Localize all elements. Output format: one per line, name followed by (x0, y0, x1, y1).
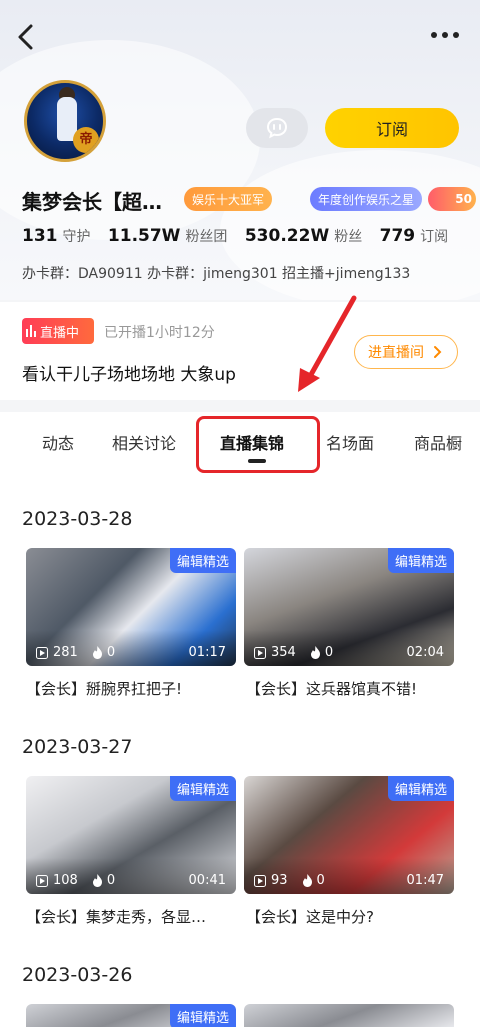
stat-guard[interactable]: 131 守护 (22, 226, 103, 246)
more-dots-icon[interactable] (430, 30, 460, 40)
live-title: 看认干儿子场地场地 大象up (22, 365, 236, 385)
medal-badge[interactable]: 年度创作娱乐之星 (310, 187, 423, 211)
avatar[interactable]: 帝 (24, 80, 106, 162)
editor-pick-tag: 编辑精选 (387, 548, 454, 573)
video-thumbnail[interactable]: 编辑精选 93 0 01:47 (244, 776, 454, 894)
video-stats: 281 0 (36, 645, 115, 660)
video-thumbnail[interactable]: 编辑精选 108 0 00:41 (26, 776, 236, 894)
stat-fan-club[interactable]: 11.57W 粉丝团 (108, 226, 240, 246)
enter-live-room-button[interactable]: 进直播间 (354, 335, 458, 369)
video-duration: 00:41 (188, 873, 226, 888)
stat-subscriptions[interactable]: 779 订阅 (380, 226, 461, 246)
section-date: 2023-03-28 (22, 508, 133, 530)
play-count-icon (36, 646, 48, 659)
video-thumbnail[interactable] (244, 1004, 454, 1027)
editor-pick-tag: 编辑精选 (169, 548, 236, 573)
tab-discussions[interactable]: 相关讨论 (112, 430, 176, 454)
video-stats: 354 0 (254, 645, 333, 660)
group-info: 办卡群：DA90911 办卡群：jimeng301 招主播+jimeng133 (22, 266, 411, 282)
video-thumbnail[interactable]: 编辑精选 281 0 01:17 (26, 548, 236, 666)
video-thumbnail[interactable]: 编辑精选 354 0 02:04 (244, 548, 454, 666)
live-badge: 直播中 (22, 318, 94, 344)
video-thumbnail[interactable]: 编辑精选 (26, 1004, 236, 1027)
fire-icon (92, 874, 102, 887)
fire-icon (92, 646, 102, 659)
tab-product-window[interactable]: 商品橱 (414, 430, 466, 454)
section-date: 2023-03-27 (22, 736, 133, 758)
editor-pick-tag: 编辑精选 (169, 776, 236, 801)
stat-followers[interactable]: 530.22W 粉丝 (245, 226, 374, 246)
avatar-badge: 帝 (73, 127, 99, 153)
video-title[interactable]: 【会长】这兵器馆真不错! (246, 678, 456, 699)
video-duration: 01:17 (188, 645, 226, 660)
video-stats: 93 0 (254, 873, 325, 888)
editor-pick-tag: 编辑精选 (169, 1004, 236, 1027)
video-duration: 02:04 (406, 645, 444, 660)
chevron-left-icon[interactable] (14, 22, 38, 52)
play-count-icon (36, 874, 48, 887)
streamer-name: 集梦会长【超… (22, 190, 162, 214)
chevron-right-icon (434, 346, 442, 358)
chat-bubble-icon (266, 117, 288, 139)
subscribe-button[interactable]: 订阅 (325, 108, 459, 148)
fire-icon (310, 646, 320, 659)
content-panel (0, 412, 480, 1027)
editor-pick-tag: 编辑精选 (387, 776, 454, 801)
play-count-icon (254, 646, 266, 659)
video-title[interactable]: 【会长】掰腕界扛把子! (26, 678, 236, 699)
chat-button[interactable] (246, 108, 308, 148)
video-title[interactable]: 【会长】集梦走秀，各显… (26, 906, 236, 927)
tab-dynamics[interactable]: 动态 (42, 430, 74, 454)
annotation-arrow-icon (298, 295, 357, 392)
level-badge[interactable]: 50 (428, 187, 476, 211)
video-stats: 108 0 (36, 873, 115, 888)
video-title[interactable]: 【会长】这是中分? (246, 906, 456, 927)
live-elapsed: 已开播1小时12分 (104, 325, 215, 341)
medal-badge[interactable]: 娱乐十大亚军 (184, 187, 273, 211)
play-count-icon (254, 874, 266, 887)
profile-stats: 131 守护 11.57W 粉丝团 530.22W 粉丝 779 订阅 (22, 226, 460, 246)
section-date: 2023-03-26 (22, 964, 133, 986)
annotation-highlight-box (196, 416, 320, 473)
live-bars-icon (26, 325, 36, 337)
fire-icon (302, 874, 312, 887)
tab-famous-scenes[interactable]: 名场面 (326, 430, 374, 454)
video-duration: 01:47 (406, 873, 444, 888)
